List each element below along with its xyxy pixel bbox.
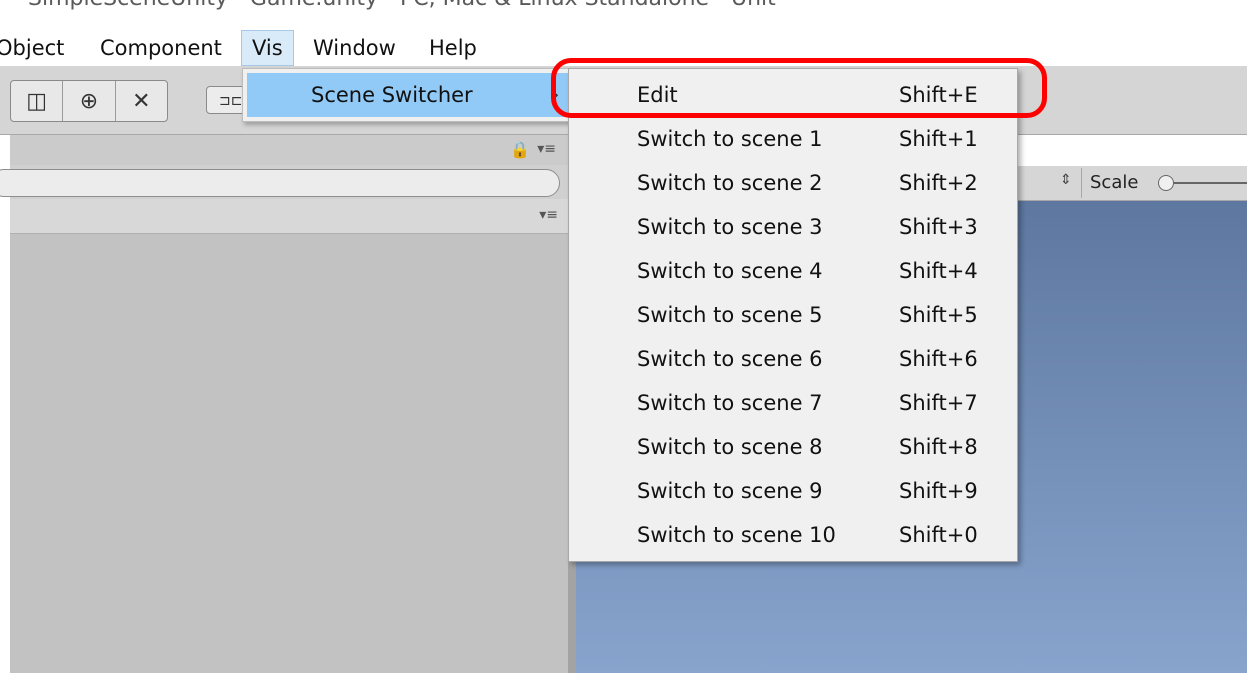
menu-item-shortcut: Shift+E (899, 83, 978, 107)
menu-item-shortcut: Shift+8 (899, 435, 978, 459)
menu-item-shortcut: Shift+7 (899, 391, 978, 415)
scale-slider-track[interactable] (1174, 182, 1247, 184)
menu-item-scene-1[interactable]: Switch to scene 1 Shift+1 (569, 117, 1017, 161)
window-title: SimpleSceneUnity - Game.unity - PC, Mac … (28, 0, 776, 11)
menu-vis[interactable]: Vis (241, 30, 294, 66)
chevron-right-icon: › (552, 85, 559, 104)
menu-item-label: Switch to scene 5 (637, 303, 823, 327)
menu-item-label: Switch to scene 2 (637, 171, 823, 195)
menu-item-edit[interactable]: Edit Shift+E (569, 73, 1017, 117)
search-input[interactable] (0, 169, 560, 197)
vis-submenu: Scene Switcher › (242, 68, 574, 122)
menu-item-shortcut: Shift+0 (899, 523, 978, 547)
scale-slider-knob[interactable] (1158, 175, 1174, 191)
search-row (0, 165, 570, 200)
menu-item-label: Switch to scene 1 (637, 127, 823, 151)
transform-tool-icon[interactable]: ⊕ (63, 81, 116, 121)
aspect-dropdown-arrows-icon[interactable]: ⇕ (1060, 172, 1072, 188)
window-title-bar: SimpleSceneUnity - Game.unity - PC, Mac … (0, 0, 1247, 28)
scene-switcher-dropdown: Edit Shift+E Switch to scene 1 Shift+1 S… (568, 68, 1018, 562)
menu-item-label: Switch to scene 3 (637, 215, 823, 239)
menu-item-shortcut: Shift+4 (899, 259, 978, 283)
menu-item-label: Switch to scene 7 (637, 391, 823, 415)
menu-item-scene-7[interactable]: Switch to scene 7 Shift+7 (569, 381, 1017, 425)
menu-item-scene-9[interactable]: Switch to scene 9 Shift+9 (569, 469, 1017, 513)
menu-item-scene-5[interactable]: Switch to scene 5 Shift+5 (569, 293, 1017, 337)
menu-item-scene-6[interactable]: Switch to scene 6 Shift+6 (569, 337, 1017, 381)
list-menu-icon[interactable]: ▾≡ (539, 207, 558, 223)
menu-item-label: Switch to scene 10 (637, 523, 836, 547)
list-header: ▾≡ (10, 199, 570, 234)
scale-label: Scale (1090, 172, 1139, 193)
menu-item-scene-3[interactable]: Switch to scene 3 Shift+3 (569, 205, 1017, 249)
menu-item-label: Switch to scene 9 (637, 479, 823, 503)
menu-component[interactable]: Component (90, 30, 232, 66)
menu-item-label: Edit (637, 83, 678, 107)
menu-item-shortcut: Shift+3 (899, 215, 978, 239)
menu-item-scene-8[interactable]: Switch to scene 8 Shift+8 (569, 425, 1017, 469)
tools-icon[interactable]: ✕ (116, 81, 167, 121)
submenu-item-label: Scene Switcher (311, 83, 473, 107)
menu-item-shortcut: Shift+1 (899, 127, 978, 151)
menu-window[interactable]: Window (303, 30, 406, 66)
submenu-item-scene-switcher[interactable]: Scene Switcher › (247, 73, 569, 117)
menu-bar: Object Component Vis Window Help (0, 30, 1247, 66)
lock-icon[interactable]: 🔒 (510, 140, 530, 159)
hierarchy-panel: 🔒 ▾≡ ▾≡ (0, 135, 570, 673)
menu-item-label: Switch to scene 4 (637, 259, 823, 283)
menu-item-shortcut: Shift+2 (899, 171, 978, 195)
menu-item-shortcut: Shift+6 (899, 347, 978, 371)
rect-tool-icon[interactable]: ◫ (11, 81, 64, 121)
menu-item-scene-10[interactable]: Switch to scene 10 Shift+0 (569, 513, 1017, 557)
menu-item-scene-2[interactable]: Switch to scene 2 Shift+2 (569, 161, 1017, 205)
transform-tools: ◫ ⊕ ✕ (10, 80, 168, 122)
menu-help[interactable]: Help (419, 30, 487, 66)
menu-item-scene-4[interactable]: Switch to scene 4 Shift+4 (569, 249, 1017, 293)
header-divider (1081, 168, 1082, 198)
menu-item-shortcut: Shift+5 (899, 303, 978, 327)
menu-item-shortcut: Shift+9 (899, 479, 978, 503)
menu-item-label: Switch to scene 8 (637, 435, 823, 459)
menu-item-label: Switch to scene 6 (637, 347, 823, 371)
panel-header: 🔒 ▾≡ (10, 135, 570, 165)
menu-object[interactable]: Object (0, 30, 74, 66)
panel-menu-icon[interactable]: ▾≡ (537, 141, 556, 157)
